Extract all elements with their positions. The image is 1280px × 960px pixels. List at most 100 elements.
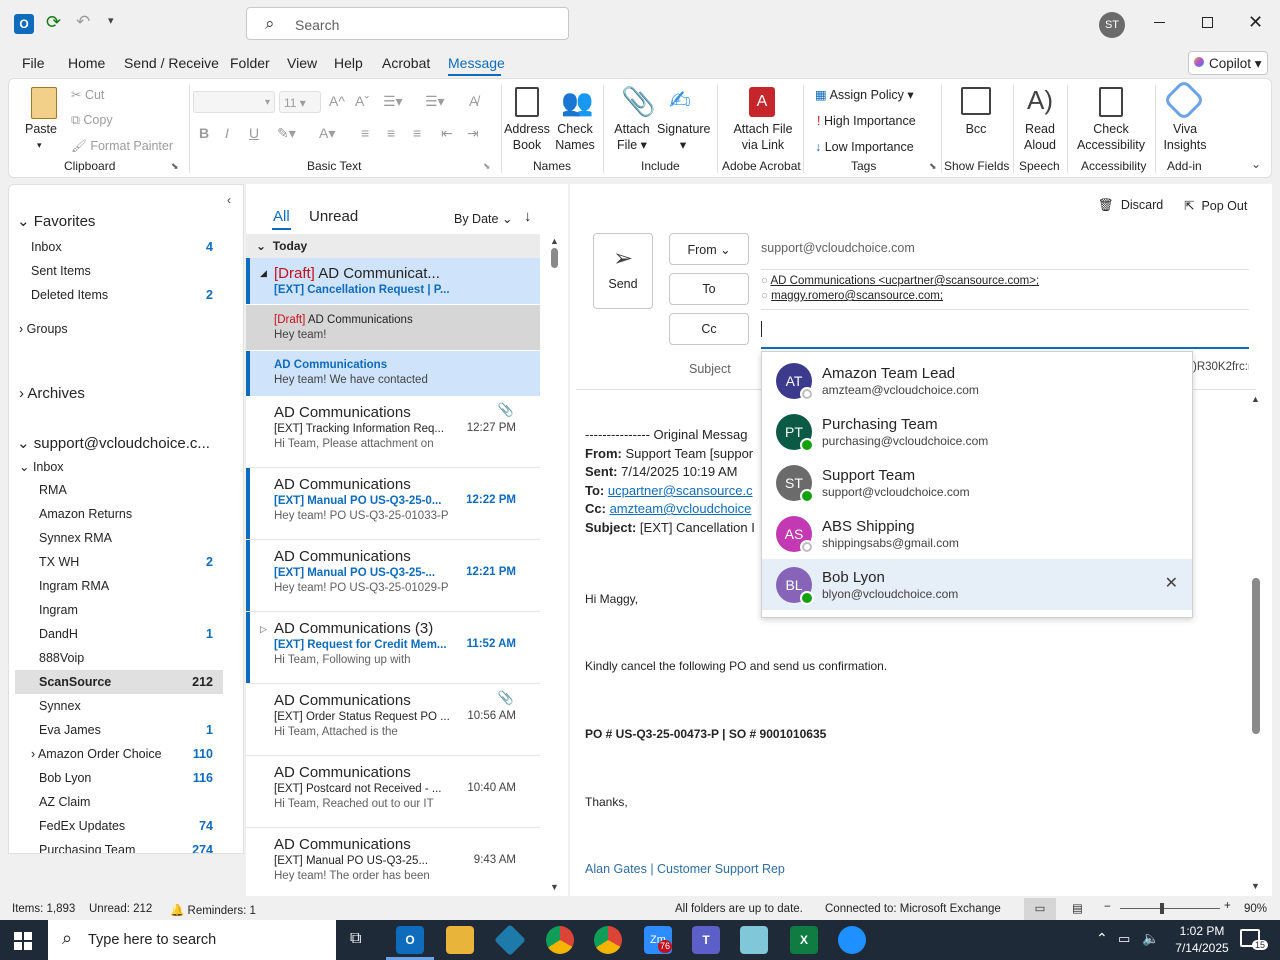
collapse-pane-icon[interactable]: ‹ [227,193,231,207]
cc-input[interactable] [761,317,1249,349]
customize-toolbar-icon[interactable]: ▾ [108,14,114,27]
menu-message[interactable]: Message [448,55,505,71]
font-size-select[interactable]: 11 ▾ [279,91,321,113]
suggestion-item[interactable]: AT Amazon Team Lead amzteam@vcloudchoice… [762,355,1192,406]
send-button[interactable]: ➢ Send [593,233,653,309]
folder-inbox-fav[interactable]: Inbox 4 [31,240,243,254]
high-importance-button[interactable]: ! High Importance [817,113,916,129]
thread-header[interactable]: ◢ [Draft] AD Communicat... [EXT] Cancell… [246,258,540,304]
list-item[interactable]: AD Communications [EXT] Manual PO US-Q3-2… [246,468,540,540]
body-scrollbar-thumb[interactable] [1252,578,1260,734]
close-icon[interactable]: ✕ [1248,12,1263,33]
list-scroll-down-icon[interactable]: ▼ [550,882,559,892]
list-item[interactable]: AD Communications [EXT] Tracking Informat… [246,396,540,468]
align-right-icon[interactable]: ≡ [413,125,421,141]
subject-input[interactable]: )R30K2frc:r [1193,361,1249,373]
zoom-level[interactable]: 90% [1244,903,1267,915]
archives-header[interactable]: › Archives [19,385,85,402]
windows-start-icon[interactable] [14,932,32,950]
folder-item[interactable]: Eva James 1 [39,723,243,737]
list-scroll-up-icon[interactable]: ▲ [550,236,559,246]
low-importance-button[interactable]: ↓ Low Importance [815,139,914,155]
folder-item[interactable]: Synnex [39,699,243,713]
list-scrollbar-thumb[interactable] [551,248,558,268]
sync-icon[interactable]: ⟳ [46,12,61,33]
zoom-slider[interactable] [1120,903,1220,914]
folder-inbox[interactable]: ⌄ Inbox [19,459,64,474]
paste-button[interactable]: Paste [25,121,57,137]
body-scroll-down-icon[interactable]: ▼ [1251,881,1260,891]
highlight-icon[interactable]: ✎▾ [277,125,296,142]
shrink-font-icon[interactable]: Aˇ [355,93,369,109]
taskbar-chrome-icon[interactable] [546,926,574,954]
tab-all[interactable]: All [273,208,290,225]
account-header[interactable]: ⌄ support@vcloudchoice.c... [17,434,210,452]
align-left-icon[interactable]: ≡ [361,125,369,141]
task-view-icon[interactable]: ⧉ [350,930,361,948]
viva-insights-button[interactable]: Viva Insights [1161,121,1209,153]
list-item[interactable]: AD Communications [EXT] Order Status Requ… [246,684,540,756]
format-painter-button[interactable]: 🖌 Format Painter [71,139,173,154]
basic-text-launcher-icon[interactable]: ⬊ [483,161,491,172]
clock-date[interactable]: 7/14/2025 [1166,941,1238,955]
taskbar-app-icon[interactable] [740,926,768,954]
menu-view[interactable]: View [287,55,317,71]
folder-item[interactable]: ScanSource 212 [15,670,223,694]
font-name-select[interactable]: ▾ [193,91,275,113]
folder-item[interactable]: Amazon Returns [39,507,243,521]
taskbar-zoom-icon[interactable]: Zm 76 [644,926,673,954]
folder-item[interactable]: Bob Lyon 116 [39,771,243,785]
thread-message[interactable]: AD Communications Hey team! We have cont… [246,351,540,396]
menu-file[interactable]: File [22,55,45,71]
font-color-icon[interactable]: A▾ [319,125,335,142]
folder-sent-items[interactable]: Sent Items [31,264,243,278]
minimize-icon[interactable] [1154,22,1165,23]
folder-item[interactable]: 888Voip [39,651,243,665]
clear-formatting-icon[interactable]: A̸ [469,93,478,109]
sort-by-date[interactable]: By Date ⌄ [454,211,512,226]
attach-via-link-button[interactable]: Attach File via Link [725,121,801,153]
taskbar-search[interactable]: ⌕ Type here to search [48,920,336,960]
suggestion-item[interactable]: AS ABS Shipping shippingsabs@gmail.com [762,508,1192,559]
thread-expand-icon[interactable]: ◢ [260,268,267,279]
folder-item[interactable]: FedEx Updates 74 [39,819,243,833]
bullets-icon[interactable]: ☰▾ [383,93,403,110]
clipboard-launcher-icon[interactable]: ⬊ [171,161,179,172]
sort-direction-icon[interactable]: ↓ [524,208,532,225]
list-item[interactable]: AD Communications [EXT] Postcard not Rece… [246,756,540,828]
discard-button[interactable]: 🗑 Discard [1098,198,1163,213]
underline-icon[interactable]: U [249,125,259,141]
tray-chevron-icon[interactable]: ⌃ [1096,930,1108,947]
grow-font-icon[interactable]: A^ [329,93,345,109]
favorites-header[interactable]: ⌄ Favorites [17,212,95,230]
body-scroll-up-icon[interactable]: ▲ [1251,394,1260,404]
remove-suggestion-icon[interactable]: ✕ [1165,573,1178,593]
assign-policy-button[interactable]: ▦ Assign Policy ▾ [815,87,914,103]
align-center-icon[interactable]: ≡ [387,125,395,141]
thread-expand-icon[interactable]: ▷ [260,624,267,635]
email-link[interactable]: ucpartner@scansource.c [608,483,753,498]
avatar[interactable]: ST [1099,12,1125,38]
reading-view-icon[interactable]: ▤ [1072,901,1083,915]
check-accessibility-button[interactable]: Check Accessibility [1073,121,1149,153]
folder-item[interactable]: Ingram [39,603,243,617]
folder-item[interactable]: Ingram RMA [39,579,243,593]
today-header[interactable]: ⌄ Today [246,234,540,258]
undo-icon[interactable]: ↶ [76,12,90,32]
folder-item[interactable]: Purchasing Team 274 [39,843,243,853]
folder-item[interactable]: › Amazon Order Choice 110 [31,747,243,761]
decrease-indent-icon[interactable]: ⇤ [441,125,453,142]
folder-deleted-items[interactable]: Deleted Items 2 [31,288,243,302]
increase-indent-icon[interactable]: ⇥ [467,125,479,142]
menu-home[interactable]: Home [68,55,105,71]
signature-button[interactable]: Signature ▾ [657,121,711,153]
cc-button[interactable]: Cc [669,313,749,345]
groups-header[interactable]: › Groups [19,322,68,336]
email-link[interactable]: amzteam@vcloudchoice [610,501,752,516]
taskbar-file-explorer-icon[interactable] [446,926,474,954]
recipient-chip[interactable]: ○ maggy.romero@scansource.com; [761,290,943,302]
folder-item[interactable]: DandH 1 [39,627,243,641]
search-input[interactable]: ⌕ Search [246,7,569,40]
numbering-icon[interactable]: ☰▾ [425,93,445,110]
maximize-icon[interactable] [1202,17,1213,28]
